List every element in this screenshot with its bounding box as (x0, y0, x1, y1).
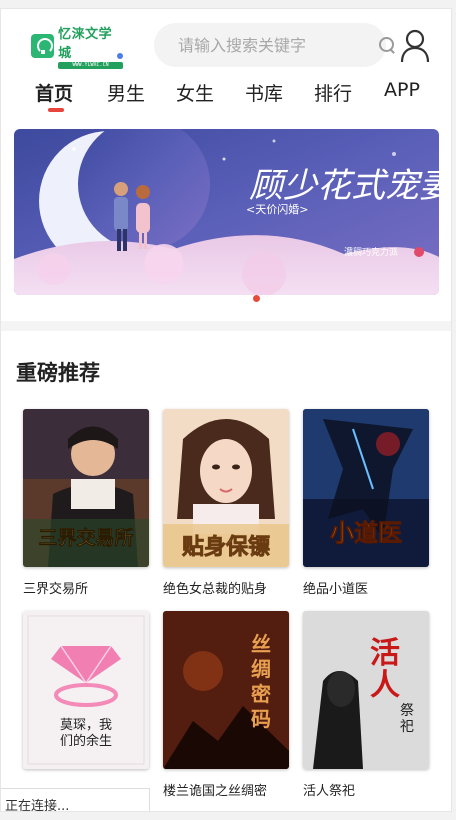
svg-text:莫琛，我: 莫琛，我 (60, 718, 112, 733)
logo-dot-icon (117, 53, 123, 59)
book-cover[interactable]: 莫琛，我 们的余生 (23, 611, 149, 769)
active-tab-indicator (48, 108, 64, 112)
svg-text:活: 活 (370, 636, 400, 671)
svg-text:码: 码 (251, 707, 271, 731)
svg-text:绸: 绸 (251, 657, 271, 681)
book-title[interactable]: 活人祭祀 (303, 780, 429, 799)
book-title[interactable]: 三界交易所 (23, 578, 149, 597)
tab-male[interactable]: 男生 (107, 79, 145, 106)
user-icon[interactable] (400, 29, 430, 63)
book-cover[interactable]: 丝 绸 密 码 (163, 611, 289, 769)
nav-tabs: 首页 男生 女生 书库 排行 APP (1, 79, 451, 119)
logo-text: 忆涞文学城 WWW.YLWXC.CN (58, 23, 123, 69)
book-title[interactable]: 绝品小道医 (303, 578, 429, 597)
connection-status: 正在连接... (1, 788, 150, 811)
svg-text:密: 密 (251, 682, 271, 706)
svg-text:丝: 丝 (251, 632, 271, 656)
banner-subtitle: <天价闪婚> (246, 202, 308, 216)
search-input[interactable] (178, 35, 378, 55)
tab-app[interactable]: APP (384, 79, 420, 101)
banner-author: 濃稠巧克力派 (344, 246, 398, 258)
section-divider (1, 321, 451, 331)
tab-home[interactable]: 首页 (35, 79, 73, 106)
logo-subtitle: WWW.YLWXC.CN (58, 62, 123, 69)
search-bar[interactable] (154, 23, 394, 67)
book-title[interactable]: 楼兰诡国之丝绸密 (163, 780, 289, 799)
svg-text:三界交易所: 三界交易所 (38, 526, 133, 549)
tab-ranking[interactable]: 排行 (314, 79, 352, 106)
svg-text:们的余生: 们的余生 (60, 733, 112, 749)
svg-text:小道医: 小道医 (330, 519, 402, 547)
book-title[interactable]: 绝色女总裁的贴身 (163, 578, 289, 597)
svg-text:贴身保镖: 贴身保镖 (182, 534, 270, 560)
book-cover[interactable]: 活 人 祭 祀 (303, 611, 429, 769)
book-card[interactable]: 小道医 绝品小道医 (303, 409, 429, 597)
banner-image: 顾少花式宠妻 <天价闪婚> 濃稠巧克力派 (14, 129, 439, 295)
book-card[interactable]: 贴身保镖 绝色女总裁的贴身 (163, 409, 289, 597)
book-cover[interactable]: 贴身保镖 (163, 409, 289, 567)
book-card[interactable]: 丝 绸 密 码 楼兰诡国之丝绸密 (163, 611, 289, 799)
banner-pagination-dot[interactable] (253, 295, 260, 302)
banner-title: 顾少花式宠妻 (249, 166, 439, 206)
page: 忆涞文学城 WWW.YLWXC.CN 首页 男生 女生 书库 排行 APP (0, 8, 452, 812)
site-logo[interactable]: 忆涞文学城 WWW.YLWXC.CN (31, 27, 123, 69)
book-cover[interactable]: 小道医 (303, 409, 429, 567)
lightbulb-icon (31, 34, 55, 58)
book-card[interactable]: 活 人 祭 祀 活人祭祀 (303, 611, 429, 799)
header: 忆涞文学城 WWW.YLWXC.CN 首页 男生 女生 书库 排行 APP (1, 9, 451, 119)
section-title: 重磅推荐 (16, 361, 100, 385)
book-card[interactable]: 三界交易所 三界交易所 (23, 409, 149, 597)
banner-slide[interactable]: 顾少花式宠妻 <天价闪婚> 濃稠巧克力派 (14, 129, 439, 295)
svg-text:祭: 祭 (400, 703, 414, 719)
book-card[interactable]: 莫琛，我 们的余生 (23, 611, 149, 769)
tab-female[interactable]: 女生 (176, 79, 214, 106)
tab-library[interactable]: 书库 (245, 79, 283, 106)
logo-name: 忆涞文学城 (58, 27, 113, 61)
svg-text:人: 人 (370, 668, 400, 703)
svg-text:祀: 祀 (400, 719, 414, 735)
book-cover[interactable]: 三界交易所 (23, 409, 149, 567)
